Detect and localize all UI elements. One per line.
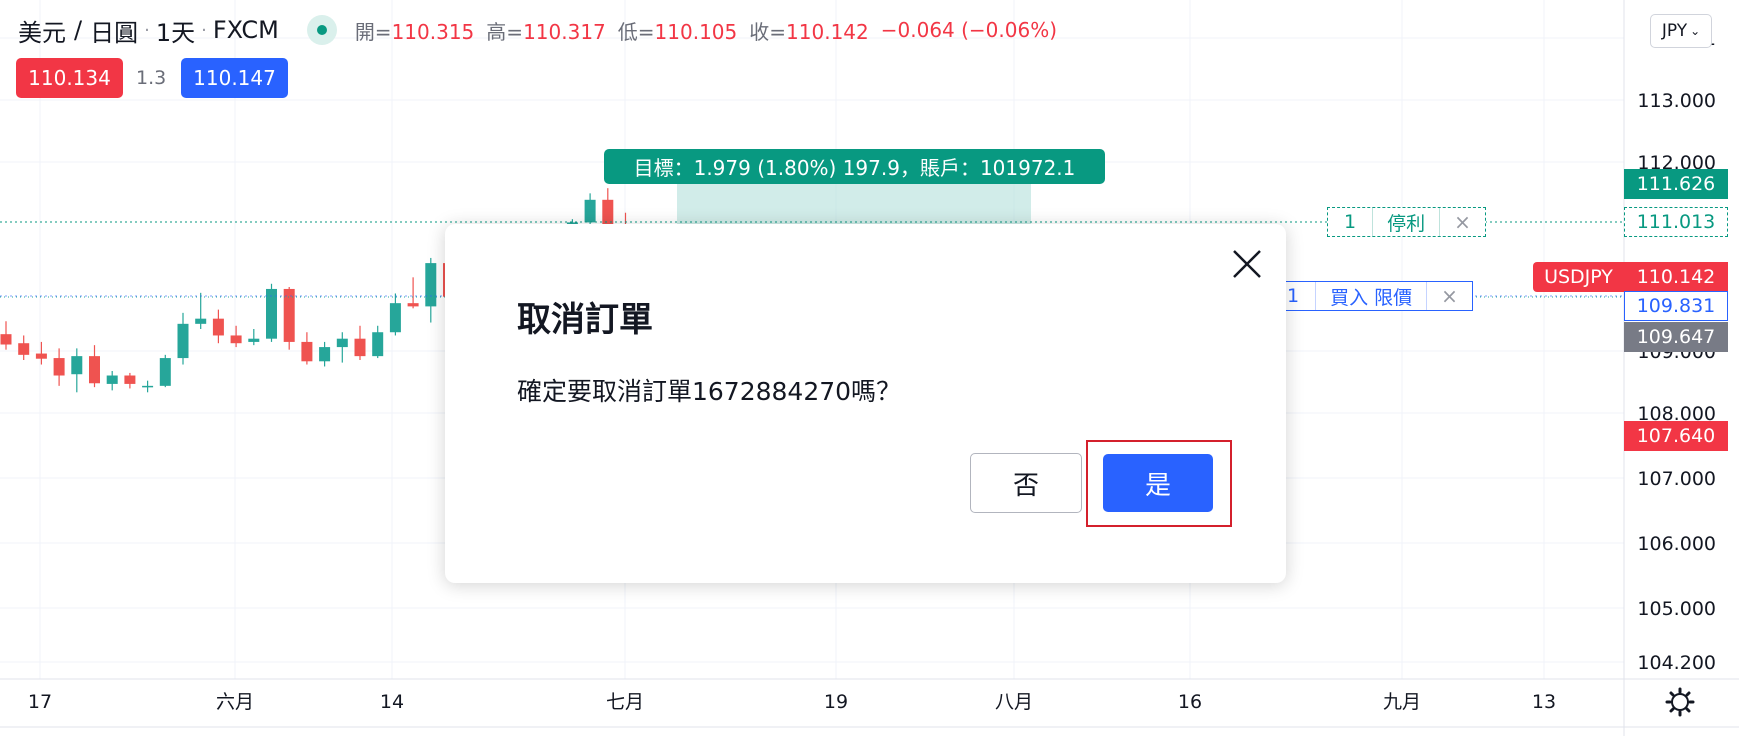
symbol-header: 美元 / 日圓 · 1天 · FXCM 開=110.315 高=110.317 …	[18, 12, 1069, 48]
spread-value: 1.3	[136, 67, 167, 89]
sell-button[interactable]: 110.134	[16, 58, 123, 98]
time-tick: 16	[1178, 691, 1202, 713]
time-tick: 八月	[995, 691, 1033, 713]
price-tick: 107.000	[1637, 468, 1716, 490]
time-tick: 13	[1532, 691, 1556, 713]
cancel-order-dialog: 取消訂單 確定要取消訂單1672884270嗎？ 否 是	[445, 224, 1286, 583]
candle-body	[35, 353, 47, 359]
symbol-quote[interactable]: 日圓	[90, 13, 138, 48]
candle-body	[425, 263, 437, 307]
candle-body	[53, 358, 65, 376]
candle-body	[124, 375, 136, 384]
candle-body	[142, 385, 154, 388]
limit-price-label: 109.831	[1624, 291, 1728, 321]
candle-body	[18, 343, 30, 355]
order-type[interactable]: 停利	[1372, 208, 1439, 236]
ohlc-open: 開=110.315	[354, 19, 475, 44]
candle-body	[106, 375, 118, 384]
ohlc-high: 高=110.317	[486, 19, 606, 44]
order-qty: 1	[1344, 211, 1357, 233]
currency-label: JPY	[1661, 21, 1688, 41]
tp-price-label: 111.626	[1624, 169, 1728, 199]
candle-body	[336, 338, 348, 348]
price-tick: 104.200	[1637, 652, 1716, 674]
target-label: 目標：1.979 (1.80%) 197.9，賬戶：101972.1	[604, 149, 1105, 184]
candle-body	[372, 332, 384, 357]
time-tick: 17	[28, 691, 52, 713]
price-tick: 105.000	[1637, 598, 1716, 620]
close-icon[interactable]: ×	[1426, 282, 1472, 310]
gray-price-label: 109.647	[1624, 322, 1728, 352]
separator-dot-icon: ·	[144, 19, 150, 41]
tp-line-price-label: 111.013	[1624, 207, 1728, 237]
candle-body	[230, 335, 242, 344]
chevron-down-icon: ⌄	[1690, 24, 1701, 38]
symbol-price-tag: USDJPY	[1533, 262, 1624, 292]
time-tick: 六月	[216, 691, 254, 713]
close-icon[interactable]	[1225, 242, 1269, 286]
currency-selector[interactable]: JPY ⌄	[1650, 14, 1712, 48]
symbol-interval[interactable]: 1天	[156, 13, 195, 48]
no-button[interactable]: 否	[970, 453, 1082, 513]
low-price-label: 107.640	[1624, 421, 1728, 451]
candle-body	[407, 303, 419, 307]
candle-body	[159, 358, 171, 386]
symbol-separator: /	[74, 16, 83, 44]
symbol-base[interactable]: 美元	[18, 13, 66, 48]
candle-body	[195, 318, 207, 324]
dialog-title: 取消訂單	[517, 300, 653, 340]
candle-body	[177, 323, 189, 359]
buy-button[interactable]: 110.147	[181, 58, 288, 98]
candle-body	[0, 334, 12, 345]
candle-body	[71, 356, 83, 375]
market-status-icon[interactable]	[306, 15, 337, 45]
candle-body	[389, 303, 401, 333]
time-tick: 14	[380, 691, 404, 713]
candle-body	[248, 338, 260, 342]
time-tick: 七月	[606, 691, 644, 713]
last-price-label: 110.142	[1624, 262, 1728, 292]
target-zone	[677, 180, 1031, 225]
candle-body	[301, 341, 313, 362]
price-change: −0.064 (−0.06%)	[880, 18, 1058, 42]
yes-button[interactable]: 是	[1103, 454, 1213, 512]
buy-limit-order[interactable]: 1 買入 限價 ×	[1270, 281, 1473, 311]
candle-body	[283, 288, 295, 342]
close-icon[interactable]: ×	[1439, 208, 1485, 236]
ohlc-close: 收=110.142	[749, 19, 869, 44]
ohlc-low: 低=110.105	[617, 19, 738, 44]
dialog-message: 確定要取消訂單1672884270嗎？	[517, 377, 902, 406]
candle-body	[89, 356, 100, 384]
candle-body	[212, 318, 224, 336]
take-profit-order[interactable]: 1 停利 ×	[1327, 207, 1486, 237]
order-type[interactable]: 買入 限價	[1315, 282, 1426, 310]
candle-body	[319, 347, 331, 362]
time-tick: 19	[824, 691, 848, 713]
time-tick: 九月	[1383, 691, 1421, 713]
price-tick: 106.000	[1637, 533, 1716, 555]
symbol-exchange[interactable]: FXCM	[213, 16, 279, 44]
price-tick: 113.000	[1637, 90, 1716, 112]
candle-body	[584, 199, 596, 223]
gear-icon[interactable]	[1665, 687, 1695, 717]
time-axis[interactable]: 17 六月 14 七月 19 八月 16 九月 13	[28, 691, 1556, 713]
candle-body	[354, 338, 366, 357]
separator-dot-icon: ·	[201, 19, 207, 41]
